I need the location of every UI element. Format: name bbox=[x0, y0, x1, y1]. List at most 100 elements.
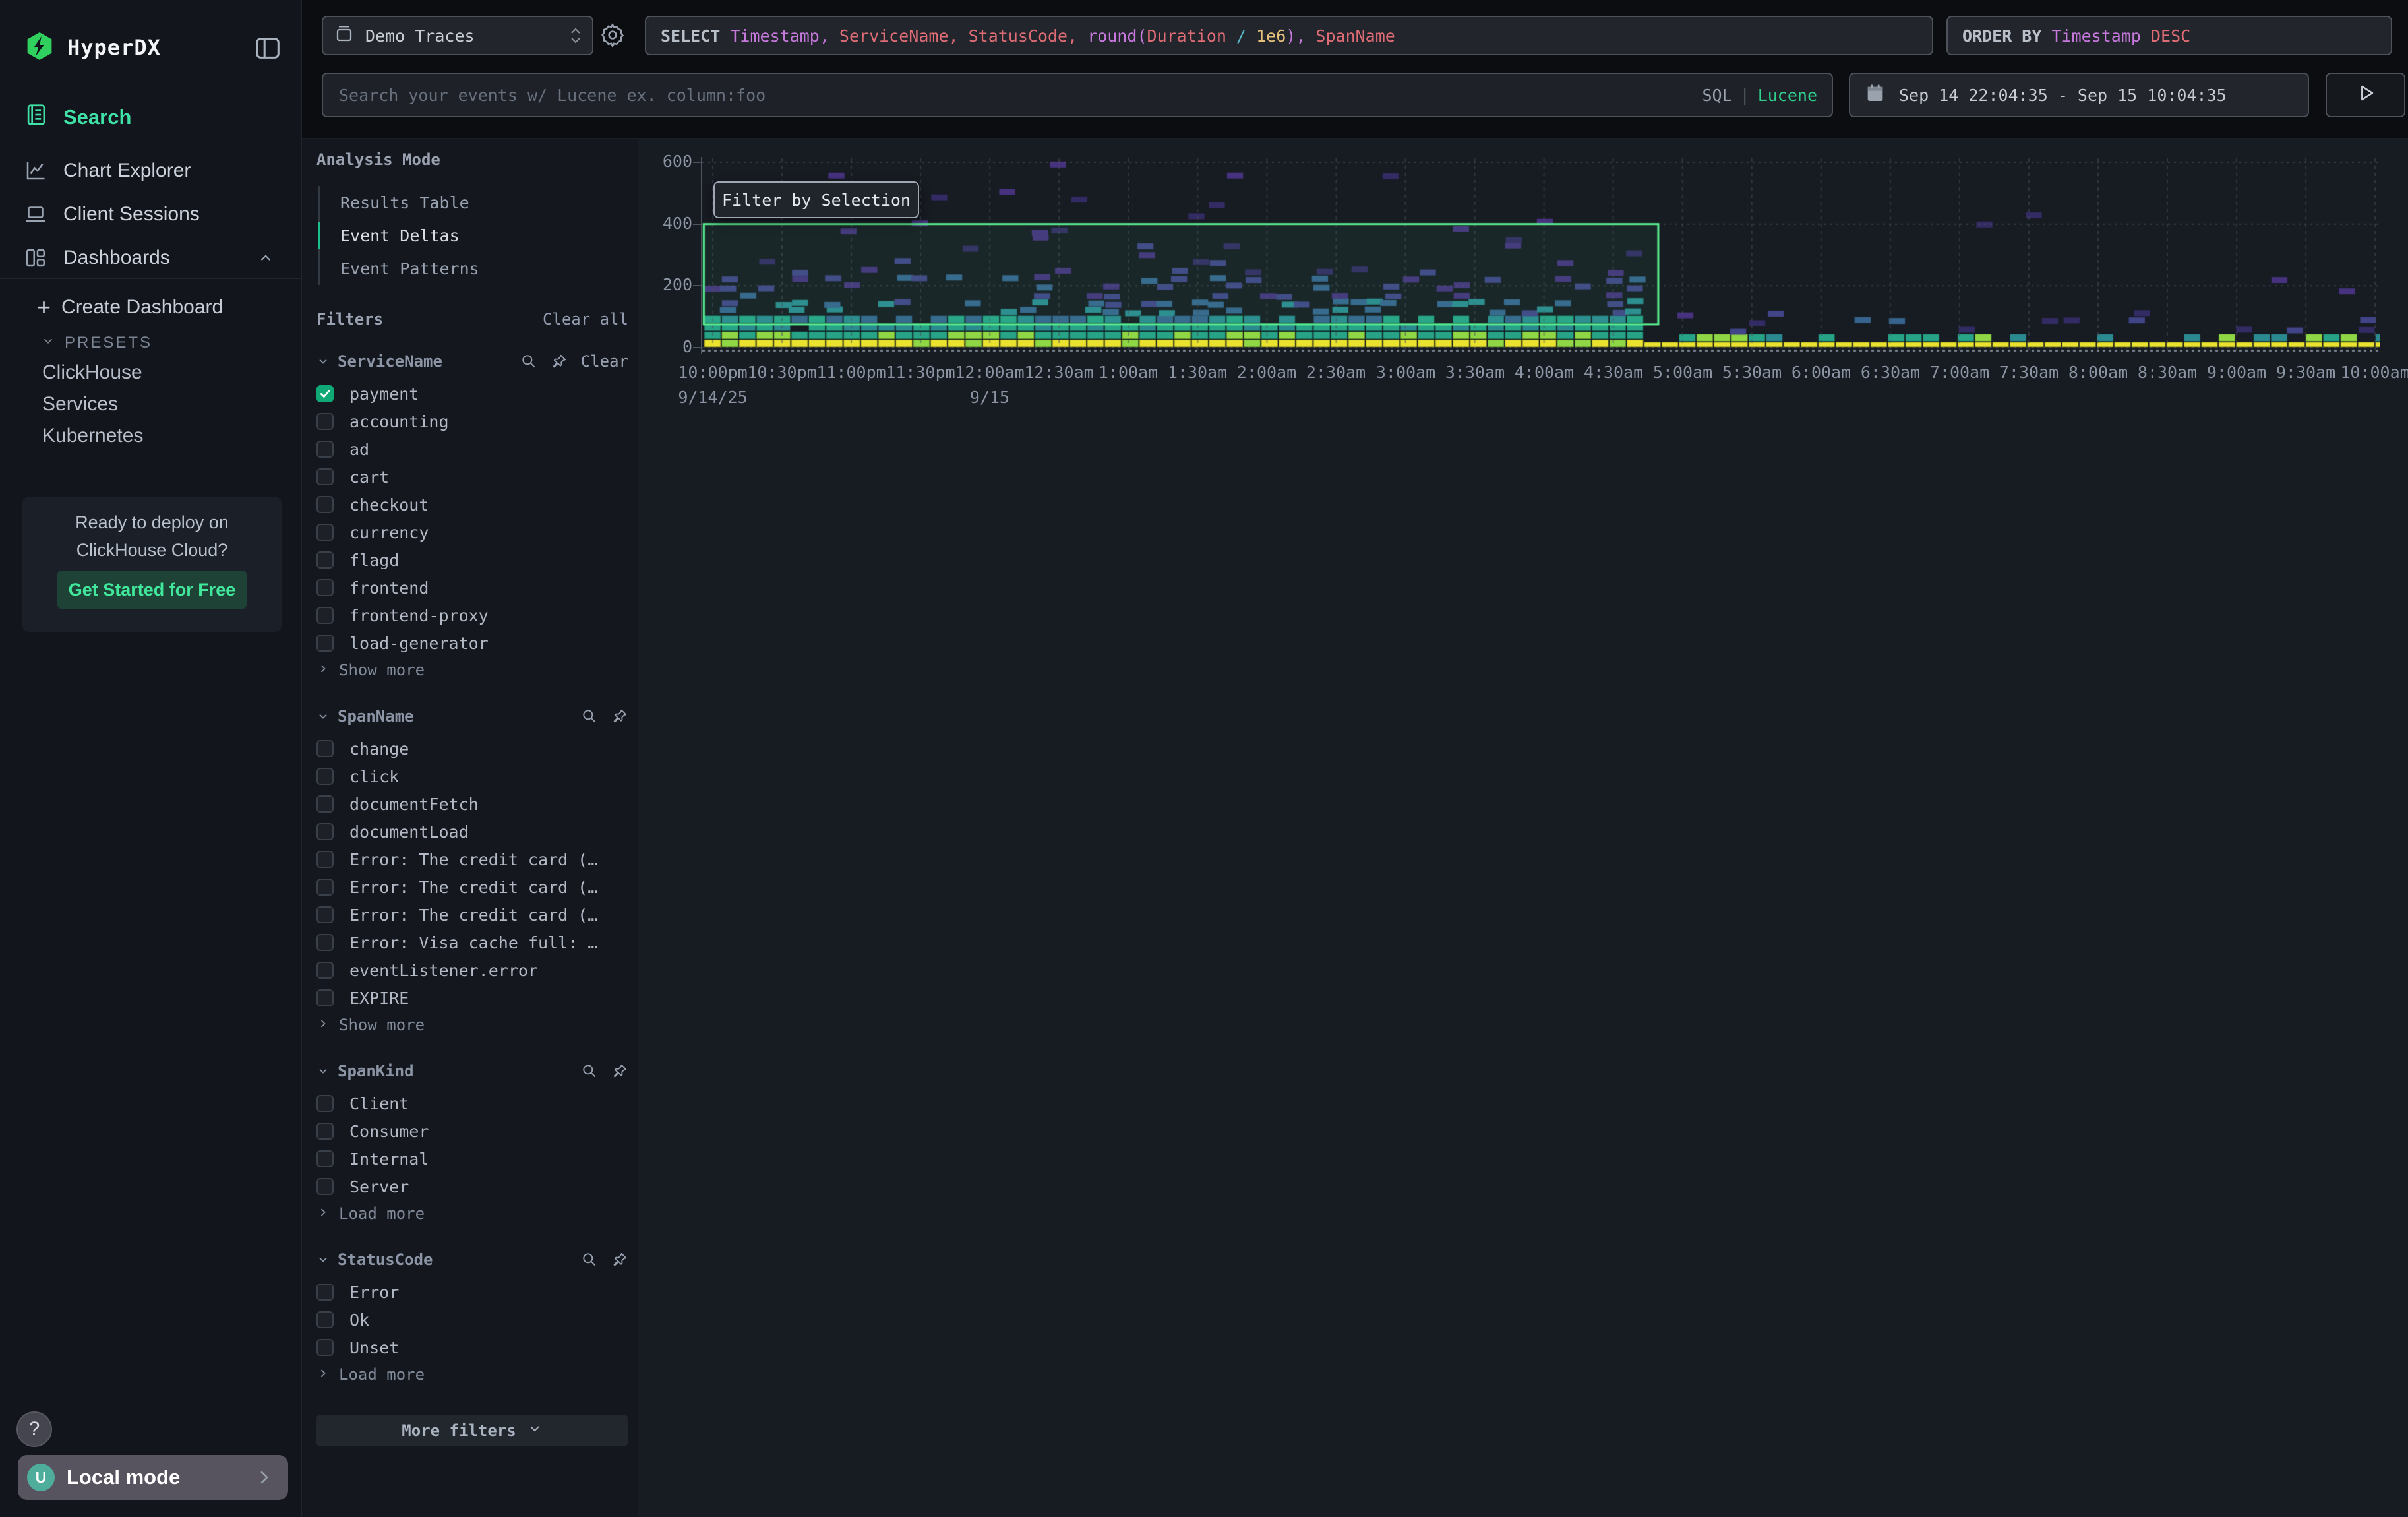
filter-option-error-visa-cache-full-[interactable]: Error: Visa cache full: … bbox=[316, 929, 628, 956]
filter-option-cart[interactable]: cart bbox=[316, 463, 628, 491]
analysis-mode-event-deltas[interactable]: Event Deltas bbox=[320, 219, 628, 252]
load-more-button[interactable]: Load more bbox=[316, 1200, 628, 1227]
sql-select-editor[interactable]: SELECT Timestamp, ServiceName, StatusCod… bbox=[645, 16, 1933, 55]
preset-item-clickhouse[interactable]: ClickHouse bbox=[42, 361, 142, 384]
filter-option-client[interactable]: Client bbox=[316, 1090, 628, 1117]
filter-option-ok[interactable]: Ok bbox=[316, 1306, 628, 1334]
search-input[interactable] bbox=[323, 85, 1832, 106]
checkbox[interactable] bbox=[316, 1339, 334, 1356]
filter-option-internal[interactable]: Internal bbox=[316, 1145, 628, 1173]
filter-option-click[interactable]: click bbox=[316, 762, 628, 790]
filter-option-load-generator[interactable]: load-generator bbox=[316, 629, 628, 657]
event-deltas-heatmap[interactable] bbox=[702, 157, 2380, 354]
checkbox[interactable] bbox=[316, 795, 334, 813]
account-menu[interactable]: U Local mode bbox=[18, 1455, 288, 1500]
checkbox[interactable] bbox=[316, 740, 334, 757]
filter-group-name[interactable]: SpanKind bbox=[338, 1062, 414, 1080]
chevron-down-icon[interactable] bbox=[316, 1253, 330, 1266]
sidebar-item-client-sessions[interactable]: Client Sessions bbox=[24, 194, 281, 235]
checkbox[interactable] bbox=[316, 989, 334, 1006]
filter-group-name[interactable]: ServiceName bbox=[338, 352, 442, 371]
checkbox[interactable] bbox=[316, 823, 334, 840]
checkbox[interactable] bbox=[316, 1123, 334, 1140]
chevron-down-icon[interactable] bbox=[316, 1065, 330, 1078]
search-icon[interactable] bbox=[581, 1063, 598, 1080]
checkbox[interactable] bbox=[316, 879, 334, 896]
filter-option-server[interactable]: Server bbox=[316, 1173, 628, 1200]
filter-option-error-the-credit-card-[interactable]: Error: The credit card (… bbox=[316, 846, 628, 873]
filter-option-error-the-credit-card-[interactable]: Error: The credit card (… bbox=[316, 901, 628, 929]
filter-option-accounting[interactable]: accounting bbox=[316, 408, 628, 435]
checkbox[interactable] bbox=[316, 1150, 334, 1167]
sql-orderby-editor[interactable]: ORDER BY Timestamp DESC bbox=[1946, 16, 2392, 55]
sidebar-item-dashboards[interactable]: Dashboards bbox=[24, 237, 281, 278]
checkbox[interactable] bbox=[316, 1284, 334, 1301]
analysis-mode-results-table[interactable]: Results Table bbox=[320, 186, 628, 219]
search-icon[interactable] bbox=[581, 708, 598, 725]
pin-icon[interactable] bbox=[551, 353, 568, 370]
gear-icon[interactable] bbox=[597, 15, 628, 55]
checkbox[interactable] bbox=[316, 579, 334, 596]
search-icon[interactable] bbox=[581, 1251, 598, 1268]
filter-option-error[interactable]: Error bbox=[316, 1278, 628, 1306]
checkbox[interactable] bbox=[316, 934, 334, 951]
filter-group-name[interactable]: StatusCode bbox=[338, 1251, 433, 1269]
filter-group-name[interactable]: SpanName bbox=[338, 707, 414, 726]
checkbox[interactable] bbox=[316, 635, 334, 652]
get-started-button[interactable]: Get Started for Free bbox=[57, 571, 247, 609]
sidebar-collapse-icon[interactable] bbox=[253, 33, 283, 63]
checkbox[interactable] bbox=[316, 607, 334, 624]
filter-option-eventlistener-error[interactable]: eventListener.error bbox=[316, 956, 628, 984]
source-select[interactable]: Demo Traces bbox=[322, 16, 593, 55]
load-more-button[interactable]: Load more bbox=[316, 1361, 628, 1388]
filter-option-expire[interactable]: EXPIRE bbox=[316, 984, 628, 1012]
checkbox[interactable] bbox=[316, 851, 334, 868]
filter-option-currency[interactable]: currency bbox=[316, 518, 628, 546]
filter-by-selection-tooltip[interactable]: Filter by Selection bbox=[713, 181, 919, 218]
filter-option-documentload[interactable]: documentLoad bbox=[316, 818, 628, 846]
filter-option-ad[interactable]: ad bbox=[316, 435, 628, 463]
mode-lucene[interactable]: Lucene bbox=[1758, 86, 1817, 105]
sidebar-item-search[interactable]: Search bbox=[24, 100, 131, 135]
pin-icon[interactable] bbox=[611, 708, 628, 725]
checkbox[interactable] bbox=[316, 413, 334, 430]
filter-option-frontend[interactable]: frontend bbox=[316, 574, 628, 602]
clear-group-button[interactable]: Clear bbox=[581, 352, 628, 371]
filter-option-change[interactable]: change bbox=[316, 735, 628, 762]
preset-item-kubernetes[interactable]: Kubernetes bbox=[42, 425, 143, 447]
filter-option-error-the-credit-card-[interactable]: Error: The credit card (… bbox=[316, 873, 628, 901]
checkbox[interactable] bbox=[316, 1095, 334, 1112]
checkbox[interactable] bbox=[316, 441, 334, 458]
checkbox[interactable] bbox=[316, 551, 334, 569]
more-filters-button[interactable]: More filters bbox=[316, 1415, 628, 1446]
pin-icon[interactable] bbox=[611, 1063, 628, 1080]
show-more-button[interactable]: Show more bbox=[316, 1012, 628, 1038]
checkbox[interactable] bbox=[316, 1178, 334, 1195]
search-icon[interactable] bbox=[520, 353, 537, 370]
filter-option-checkout[interactable]: checkout bbox=[316, 491, 628, 518]
create-dashboard-button[interactable]: + Create Dashboard bbox=[37, 290, 223, 325]
preset-item-services[interactable]: Services bbox=[42, 393, 118, 416]
run-query-button[interactable] bbox=[2326, 73, 2405, 117]
filter-option-flagd[interactable]: flagd bbox=[316, 546, 628, 574]
logo[interactable]: HyperDX bbox=[24, 29, 161, 66]
checkbox[interactable] bbox=[316, 768, 334, 785]
sidebar-item-chart-explorer[interactable]: Chart Explorer bbox=[24, 150, 281, 191]
checkbox-checked[interactable] bbox=[316, 385, 334, 402]
checkbox[interactable] bbox=[316, 906, 334, 923]
filter-option-consumer[interactable]: Consumer bbox=[316, 1117, 628, 1145]
pin-icon[interactable] bbox=[611, 1251, 628, 1268]
checkbox[interactable] bbox=[316, 524, 334, 541]
checkbox[interactable] bbox=[316, 468, 334, 485]
analysis-mode-event-patterns[interactable]: Event Patterns bbox=[320, 252, 628, 285]
chevron-down-icon[interactable] bbox=[316, 355, 330, 368]
time-range-picker[interactable]: Sep 14 22:04:35 - Sep 15 10:04:35 bbox=[1849, 73, 2309, 117]
filter-option-unset[interactable]: Unset bbox=[316, 1334, 628, 1361]
help-button[interactable]: ? bbox=[16, 1411, 52, 1447]
filter-option-payment[interactable]: payment bbox=[316, 380, 628, 408]
checkbox[interactable] bbox=[316, 1311, 334, 1328]
checkbox[interactable] bbox=[316, 496, 334, 513]
show-more-button[interactable]: Show more bbox=[316, 657, 628, 683]
presets-toggle[interactable]: PRESETS bbox=[41, 330, 152, 356]
clear-all-button[interactable]: Clear all bbox=[543, 310, 628, 328]
